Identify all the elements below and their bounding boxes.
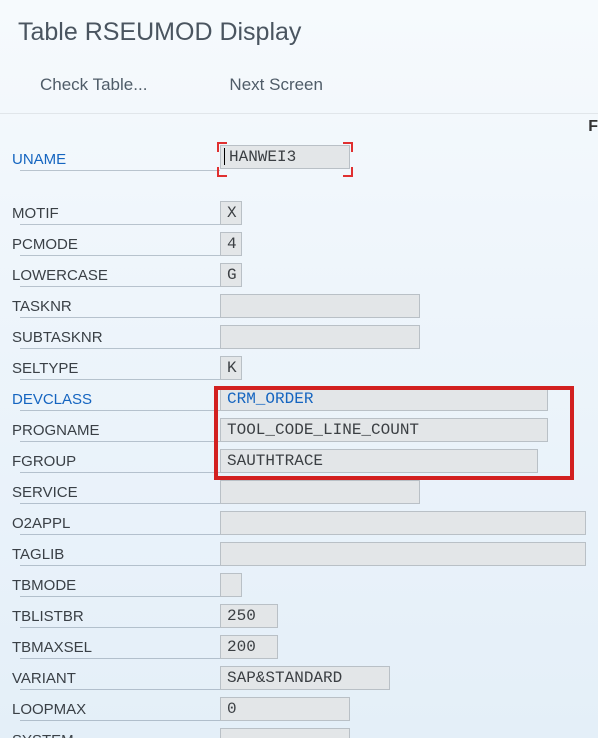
field-label-lowercase: LOWERCASE [10, 267, 220, 284]
form-row-loopmax: LOOPMAX0 [10, 694, 598, 724]
field-input-taglib[interactable] [220, 542, 586, 566]
field-input-service[interactable] [220, 480, 420, 504]
form-row-tbmode: TBMODE [10, 570, 598, 600]
text-caret [224, 148, 225, 165]
form-row-variant: VARIANTSAP&STANDARD [10, 663, 598, 693]
label-underline [20, 627, 220, 628]
field-input-o2appl[interactable] [220, 511, 586, 535]
form-row-seltype: SELTYPEK [10, 353, 598, 383]
field-input-motif[interactable]: X [220, 201, 242, 225]
label-underline [20, 503, 220, 504]
form-row-motif: MOTIFX [10, 198, 598, 228]
form-row-progname: PROGNAMETOOL_CODE_LINE_COUNT [10, 415, 598, 445]
label-underline [20, 720, 220, 721]
field-label-tbmaxsel: TBMAXSEL [10, 639, 220, 656]
form-row-service: SERVICE [10, 477, 598, 507]
field-input-tasknr[interactable] [220, 294, 420, 318]
field-label-variant: VARIANT [10, 670, 220, 687]
field-label-devclass[interactable]: DEVCLASS [10, 391, 220, 408]
field-input-tblistbr[interactable]: 250 [220, 604, 278, 628]
form-row-o2appl: O2APPL [10, 508, 598, 538]
focused-field-wrap: HANWEI3 [220, 145, 350, 174]
field-input-progname[interactable]: TOOL_CODE_LINE_COUNT [220, 418, 548, 442]
label-underline [20, 224, 220, 225]
field-input-fgroup[interactable]: SAUTHTRACE [220, 449, 538, 473]
label-underline [20, 170, 220, 171]
label-underline [20, 565, 220, 566]
field-label-tasknr: TASKNR [10, 298, 220, 315]
form-row-fgroup: FGROUPSAUTHTRACE [10, 446, 598, 476]
window-header: Table RSEUMOD Display [0, 0, 598, 61]
form-row-tasknr: TASKNR [10, 291, 598, 321]
field-input-variant[interactable]: SAP&STANDARD [220, 666, 390, 690]
form-row-tbmaxsel: TBMAXSEL200 [10, 632, 598, 662]
field-label-fgroup: FGROUP [10, 453, 220, 470]
field-input-seltype[interactable]: K [220, 356, 242, 380]
label-underline [20, 689, 220, 690]
field-label-progname: PROGNAME [10, 422, 220, 439]
label-underline [20, 317, 220, 318]
row-spacer [10, 175, 598, 197]
form-row-subtasknr: SUBTASKNR [10, 322, 598, 352]
field-label-motif: MOTIF [10, 205, 220, 222]
field-input-uname[interactable]: HANWEI3 [220, 145, 350, 169]
check-table-button[interactable]: Check Table... [28, 69, 159, 101]
field-input-pcmode[interactable]: 4 [220, 232, 242, 256]
field-label-tbmode: TBMODE [10, 577, 220, 594]
field-label-uname[interactable]: UNAME [10, 151, 220, 168]
form-row-uname: UNAMEHANWEI3 [10, 144, 598, 174]
label-underline [20, 255, 220, 256]
form-row-system: SYSTEM [10, 725, 598, 738]
field-label-seltype: SELTYPE [10, 360, 220, 377]
label-underline [20, 286, 220, 287]
label-underline [20, 410, 220, 411]
field-label-subtasknr: SUBTASKNR [10, 329, 220, 346]
next-screen-button[interactable]: Next Screen [217, 69, 335, 101]
field-input-loopmax[interactable]: 0 [220, 697, 350, 721]
field-input-devclass[interactable]: CRM_ORDER [220, 387, 548, 411]
page-title: Table RSEUMOD Display [18, 18, 588, 47]
form-row-taglib: TAGLIB [10, 539, 598, 569]
label-underline [20, 472, 220, 473]
label-underline [20, 596, 220, 597]
truncated-right-text: F [588, 118, 598, 136]
label-underline [20, 348, 220, 349]
label-underline [20, 441, 220, 442]
form-row-pcmode: PCMODE4 [10, 229, 598, 259]
field-label-service: SERVICE [10, 484, 220, 501]
toolbar: Check Table... Next Screen [0, 61, 598, 114]
form-row-lowercase: LOWERCASEG [10, 260, 598, 290]
field-input-lowercase[interactable]: G [220, 263, 242, 287]
field-label-taglib: TAGLIB [10, 546, 220, 563]
field-input-subtasknr[interactable] [220, 325, 420, 349]
field-label-tblistbr: TBLISTBR [10, 608, 220, 625]
field-input-system[interactable] [220, 728, 350, 738]
field-label-loopmax: LOOPMAX [10, 701, 220, 718]
form-row-tblistbr: TBLISTBR250 [10, 601, 598, 631]
field-label-system: SYSTEM [10, 732, 220, 738]
label-underline [20, 658, 220, 659]
label-underline [20, 379, 220, 380]
field-label-o2appl: O2APPL [10, 515, 220, 532]
field-input-tbmaxsel[interactable]: 200 [220, 635, 278, 659]
label-underline [20, 534, 220, 535]
field-label-pcmode: PCMODE [10, 236, 220, 253]
form-row-devclass: DEVCLASSCRM_ORDER [10, 384, 598, 414]
form-area: UNAMEHANWEI3MOTIFXPCMODE4LOWERCASEGTASKN… [0, 114, 598, 738]
field-input-tbmode[interactable] [220, 573, 242, 597]
